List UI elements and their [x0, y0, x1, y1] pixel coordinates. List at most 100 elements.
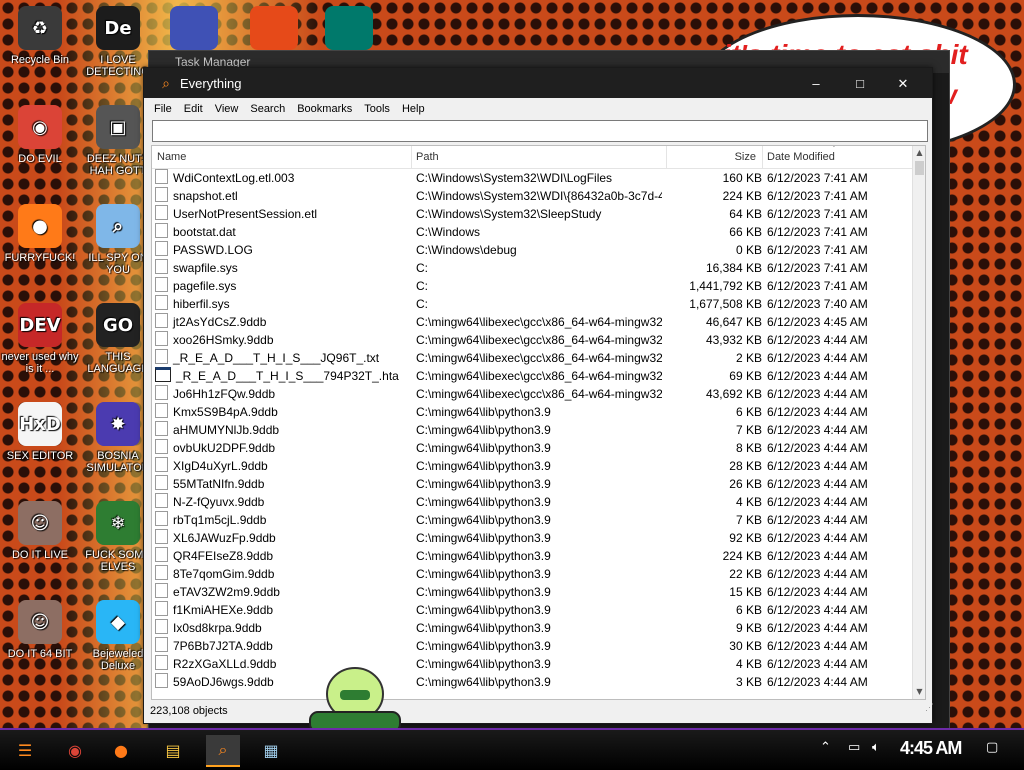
file-name: 55MTatNIfn.9ddb [173, 477, 265, 491]
cell-date-modified: 6/12/2023 4:44 AM [767, 639, 868, 653]
table-row[interactable]: _R_E_A_D___T_H_I_S___794P32T_.hta C:\ming… [152, 367, 912, 385]
menu-file[interactable]: File [154, 103, 172, 115]
table-row[interactable]: jt2AsYdCsZ.9ddb C:\mingw64\libexec\gcc\x8… [152, 313, 912, 331]
search-input[interactable] [152, 120, 928, 142]
chrome-taskbar-icon[interactable]: ◉ [58, 735, 92, 765]
column-header-name[interactable]: Name [152, 146, 412, 168]
desktop-shortcut[interactable]: ● FURRYFUCK! [0, 204, 80, 264]
close-button[interactable]: ✕ [881, 72, 925, 96]
clock[interactable]: 4:45 AM [900, 738, 962, 759]
cell-path: C:\Windows\System32\SleepStudy [416, 207, 602, 221]
table-row[interactable]: hiberfil.sys C: 1,677,508 KB 6/12/2023 7:40… [152, 295, 912, 313]
status-bar: 223,108 objects ⋰ [144, 701, 938, 721]
app-2-icon[interactable] [170, 6, 218, 50]
scroll-thumb[interactable] [915, 161, 924, 175]
table-row[interactable]: WdiContextLog.etl.003 C:\Windows\System32… [152, 169, 912, 187]
desktop-shortcut[interactable]: DEV never used why is it ... [0, 303, 80, 375]
desktop-shortcut[interactable]: HxD SEX EDITOR [0, 402, 80, 462]
table-row[interactable]: R2zXGaXLLd.9ddb C:\mingw64\lib\python3.9 4… [152, 655, 912, 673]
cell-path: C:\mingw64\lib\python3.9 [416, 657, 551, 671]
table-row[interactable]: aHMUMYNlJb.9ddb C:\mingw64\lib\python3.9 7… [152, 421, 912, 439]
cell-size: 4 KB [735, 495, 762, 509]
menu-edit[interactable]: Edit [184, 103, 203, 115]
cell-size: 7 KB [735, 423, 762, 437]
desktop-shortcut[interactable]: ◉ DO EVIL [0, 105, 80, 165]
table-row[interactable]: ovbUkU2DPF.9ddb C:\mingw64\lib\python3.9 8… [152, 439, 912, 457]
cell-name: 8Te7qomGim.9ddb [155, 565, 405, 583]
column-header-size[interactable]: Size [666, 146, 763, 168]
volume-icon[interactable]: 🔈︎ [872, 740, 880, 755]
cell-size: 43,932 KB [705, 333, 762, 347]
cell-name: snapshot.etl [155, 187, 405, 205]
table-row[interactable]: Kmx5S9B4pA.9ddb C:\mingw64\lib\python3.9 6… [152, 403, 912, 421]
table-row[interactable]: f1KmiAHEXe.9ddb C:\mingw64\lib\python3.9 6… [152, 601, 912, 619]
table-row[interactable]: 59AoDJ6wgs.9ddb C:\mingw64\lib\python3.9 3… [152, 673, 912, 691]
file-explorer-taskbar-icon[interactable]: ▤ [156, 735, 190, 765]
vertical-scrollbar[interactable]: ▲ ▼ [912, 146, 925, 699]
minimize-button[interactable]: – [794, 72, 838, 96]
table-row[interactable]: rbTq1m5cjL.9ddb C:\mingw64\lib\python3.9 7… [152, 511, 912, 529]
menu-view[interactable]: View [215, 103, 239, 115]
table-row[interactable]: swapfile.sys C: 16,384 KB 6/12/2023 7:41 AM [152, 259, 912, 277]
network-icon[interactable]: ▭ [848, 740, 860, 755]
cell-name: swapfile.sys [155, 259, 405, 277]
app-p-icon[interactable] [250, 6, 298, 50]
table-row[interactable]: xoo26HSmky.9ddb C:\mingw64\libexec\gcc\x8… [152, 331, 912, 349]
cell-size: 8 KB [735, 441, 762, 455]
firefox-taskbar-icon[interactable]: ● [104, 735, 138, 765]
cell-name: bootstat.dat [155, 223, 405, 241]
table-row[interactable]: N-Z-fQyuvx.9ddb C:\mingw64\lib\python3.9 4… [152, 493, 912, 511]
table-row[interactable]: _R_E_A_D___T_H_I_S___JQ96T_.txt C:\mingw6… [152, 349, 912, 367]
table-row[interactable]: XL6JAWuzFp.9ddb C:\mingw64\lib\python3.9 9… [152, 529, 912, 547]
diamond-icon: ◆ [96, 600, 140, 644]
table-row[interactable]: pagefile.sys C: 1,441,792 KB 6/12/2023 7:41… [152, 277, 912, 295]
menu-help[interactable]: Help [402, 103, 425, 115]
cell-size: 224 KB [722, 549, 762, 563]
table-row[interactable]: 8Te7qomGim.9ddb C:\mingw64\lib\python3.9 2… [152, 565, 912, 583]
desktop-shortcut[interactable]: ♻ Recycle Bin [0, 6, 80, 66]
file-name: XL6JAWuzFp.9ddb [173, 531, 276, 545]
table-row[interactable]: PASSWD.LOG C:\Windows\debug 0 KB 6/12/2023 … [152, 241, 912, 259]
start-button[interactable]: ☰ [8, 735, 42, 765]
firefox-icon: ● [18, 204, 62, 248]
cell-size: 2 KB [735, 351, 762, 365]
file-name: snapshot.etl [173, 189, 238, 203]
desktop-shortcut[interactable]: ☺ DO IT LIVE [0, 501, 80, 561]
menu-tools[interactable]: Tools [364, 103, 390, 115]
table-row[interactable]: Ix0sd8krpa.9ddb C:\mingw64\lib\python3.9 9… [152, 619, 912, 637]
cell-size: 0 KB [735, 243, 762, 257]
table-row[interactable]: 55MTatNIfn.9ddb C:\mingw64\lib\python3.9 2… [152, 475, 912, 493]
column-header-date-modified[interactable]: Date Modified [762, 146, 917, 168]
cell-name: eTAV3ZW2m9.9ddb [155, 583, 405, 601]
table-row[interactable]: UserNotPresentSession.etl C:\Windows\Syst… [152, 205, 912, 223]
publisher-icon[interactable] [325, 6, 373, 50]
file-icon [155, 547, 168, 562]
menu-search[interactable]: Search [250, 103, 285, 115]
notifications-icon[interactable]: ▢ [986, 740, 998, 755]
cell-size: 66 KB [729, 225, 762, 239]
scroll-up-icon[interactable]: ▲ [913, 146, 925, 160]
cell-path: C:\mingw64\lib\python3.9 [416, 495, 551, 509]
table-row[interactable]: 7P6Bb7J2TA.9ddb C:\mingw64\lib\python3.9 3… [152, 637, 912, 655]
cell-size: 3 KB [735, 675, 762, 689]
table-row[interactable]: QR4FEIseZ8.9ddb C:\mingw64\lib\python3.9 2… [152, 547, 912, 565]
chrome-icon: ◉ [18, 105, 62, 149]
table-row[interactable]: bootstat.dat C:\Windows 66 KB 6/12/2023 7:4… [152, 223, 912, 241]
maximize-button[interactable]: □ [838, 72, 882, 96]
resize-grip-icon[interactable]: ⋰ [925, 697, 934, 717]
table-row[interactable]: Jo6Hh1zFQw.9ddb C:\mingw64\libexec\gcc\x8… [152, 385, 912, 403]
cell-name: xoo26HSmky.9ddb [155, 331, 405, 349]
table-row[interactable]: eTAV3ZW2m9.9ddb C:\mingw64\lib\python3.9 1… [152, 583, 912, 601]
menu-bookmarks[interactable]: Bookmarks [297, 103, 352, 115]
sort-descending-icon: ▼ [830, 146, 838, 149]
table-row[interactable]: snapshot.etl C:\Windows\System32\WDI\{864… [152, 187, 912, 205]
everything-taskbar-icon[interactable]: ⌕ [206, 735, 240, 767]
file-name: QR4FEIseZ8.9ddb [173, 549, 274, 563]
file-icon [155, 673, 168, 688]
table-row[interactable]: XIgD4uXyrL.9ddb C:\mingw64\lib\python3.9 2… [152, 457, 912, 475]
title-bar[interactable]: ⌕ Everything – □ ✕ [144, 68, 932, 98]
column-header-path[interactable]: Path [412, 146, 667, 168]
desktop-shortcut[interactable]: ☺ DO IT 64 BIT [0, 600, 80, 660]
up-arrow-icon[interactable]: ⌃ [820, 740, 831, 755]
task-manager-taskbar-icon[interactable]: ▦ [254, 735, 288, 765]
